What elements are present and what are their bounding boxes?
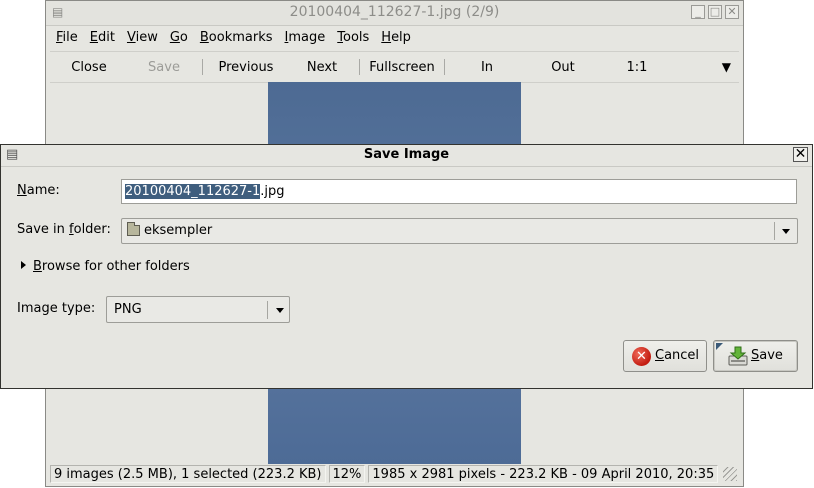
toolbar-overflow-icon[interactable]: ▼ [722, 60, 731, 74]
next-button[interactable]: Next [287, 60, 357, 75]
cancel-label: Cancel [655, 348, 700, 363]
menu-help[interactable]: Help [375, 30, 417, 45]
name-label: Name: [17, 183, 60, 198]
menu-tools[interactable]: Tools [331, 30, 375, 45]
dialog-title: Save Image [363, 147, 450, 162]
menubar: File Edit View Go Bookmarks Image Tools … [50, 25, 739, 50]
menu-image[interactable]: Image [279, 30, 332, 45]
close-window-button[interactable]: ✕ [725, 5, 739, 19]
image-type-label: Image type: [17, 301, 96, 316]
toolbar-separator [359, 59, 360, 75]
browse-expander[interactable]: Browse for other folders [21, 259, 190, 274]
image-type-value: PNG [114, 302, 142, 317]
filename-selection: 20100404_112627-1 [125, 184, 261, 199]
browse-label-rest: rowse for other folders [41, 259, 190, 274]
image-type-combo[interactable]: PNG [106, 296, 290, 323]
filename-input[interactable]: 20100404_112627-1.jpg [121, 179, 797, 204]
viewer-titlebar[interactable]: ▤ 20100404_112627-1.jpg (2/9) _ □ ✕ [46, 1, 743, 26]
save-toolbar-button[interactable]: Save [128, 60, 200, 75]
close-button[interactable]: Close [50, 60, 128, 75]
chevron-down-icon [782, 229, 790, 234]
fullscreen-button[interactable]: Fullscreen [362, 60, 442, 75]
name-label-rest: ame: [26, 183, 60, 198]
default-corner-marker [716, 343, 723, 350]
folder-combo[interactable]: eksempler [121, 218, 798, 244]
status-images: 9 images (2.5 MB), 1 selected (223.2 KB) [50, 465, 326, 483]
save-button[interactable]: Save [713, 340, 798, 372]
folder-value: eksempler [144, 223, 213, 238]
expander-arrow-icon [21, 261, 26, 269]
cancel-button[interactable]: ✕ Cancel [623, 340, 707, 372]
status-zoom: 12% [328, 465, 366, 483]
menu-go[interactable]: Go [164, 30, 194, 45]
previous-button[interactable]: Previous [205, 60, 287, 75]
combo-separator [267, 301, 268, 319]
statusbar: 9 images (2.5 MB), 1 selected (223.2 KB)… [50, 463, 739, 485]
zoom-1to1-button[interactable]: 1:1 [599, 60, 675, 75]
viewer-toolbar: Close Save Previous Next Fullscreen In O… [50, 51, 739, 83]
menu-edit[interactable]: Edit [84, 30, 121, 45]
save-image-dialog: ▤ Save Image ✕ Name: 20100404_112627-1.j… [0, 144, 813, 389]
zoom-out-button[interactable]: Out [527, 60, 599, 75]
viewer-title: 20100404_112627-1.jpg (2/9) [289, 4, 500, 20]
dialog-titlebar[interactable]: ▤ Save Image ✕ [1, 145, 812, 167]
close-icon[interactable]: ✕ [793, 147, 808, 162]
combo-separator [774, 222, 775, 240]
save-icon [728, 346, 748, 366]
toolbar-separator [202, 59, 203, 75]
toolbar-separator [444, 59, 445, 75]
status-image-info: 1985 x 2981 pixels - 223.2 KB - 09 April… [368, 465, 719, 483]
menu-file[interactable]: File [50, 30, 84, 45]
menu-file-rest: ile [62, 30, 78, 45]
menu-bookmarks[interactable]: Bookmarks [194, 30, 279, 45]
zoom-in-button[interactable]: In [447, 60, 527, 75]
save-in-folder-label: Save in folder: [17, 222, 111, 237]
resize-grip-icon[interactable] [723, 467, 737, 481]
cancel-icon: ✕ [632, 347, 651, 366]
save-label: Save [751, 348, 783, 363]
folder-icon [127, 222, 140, 236]
minimize-button[interactable]: _ [691, 5, 705, 19]
filename-extension: .jpg [260, 184, 285, 199]
chevron-down-icon [276, 308, 284, 313]
maximize-button[interactable]: □ [708, 5, 722, 19]
menu-view[interactable]: View [121, 30, 164, 45]
